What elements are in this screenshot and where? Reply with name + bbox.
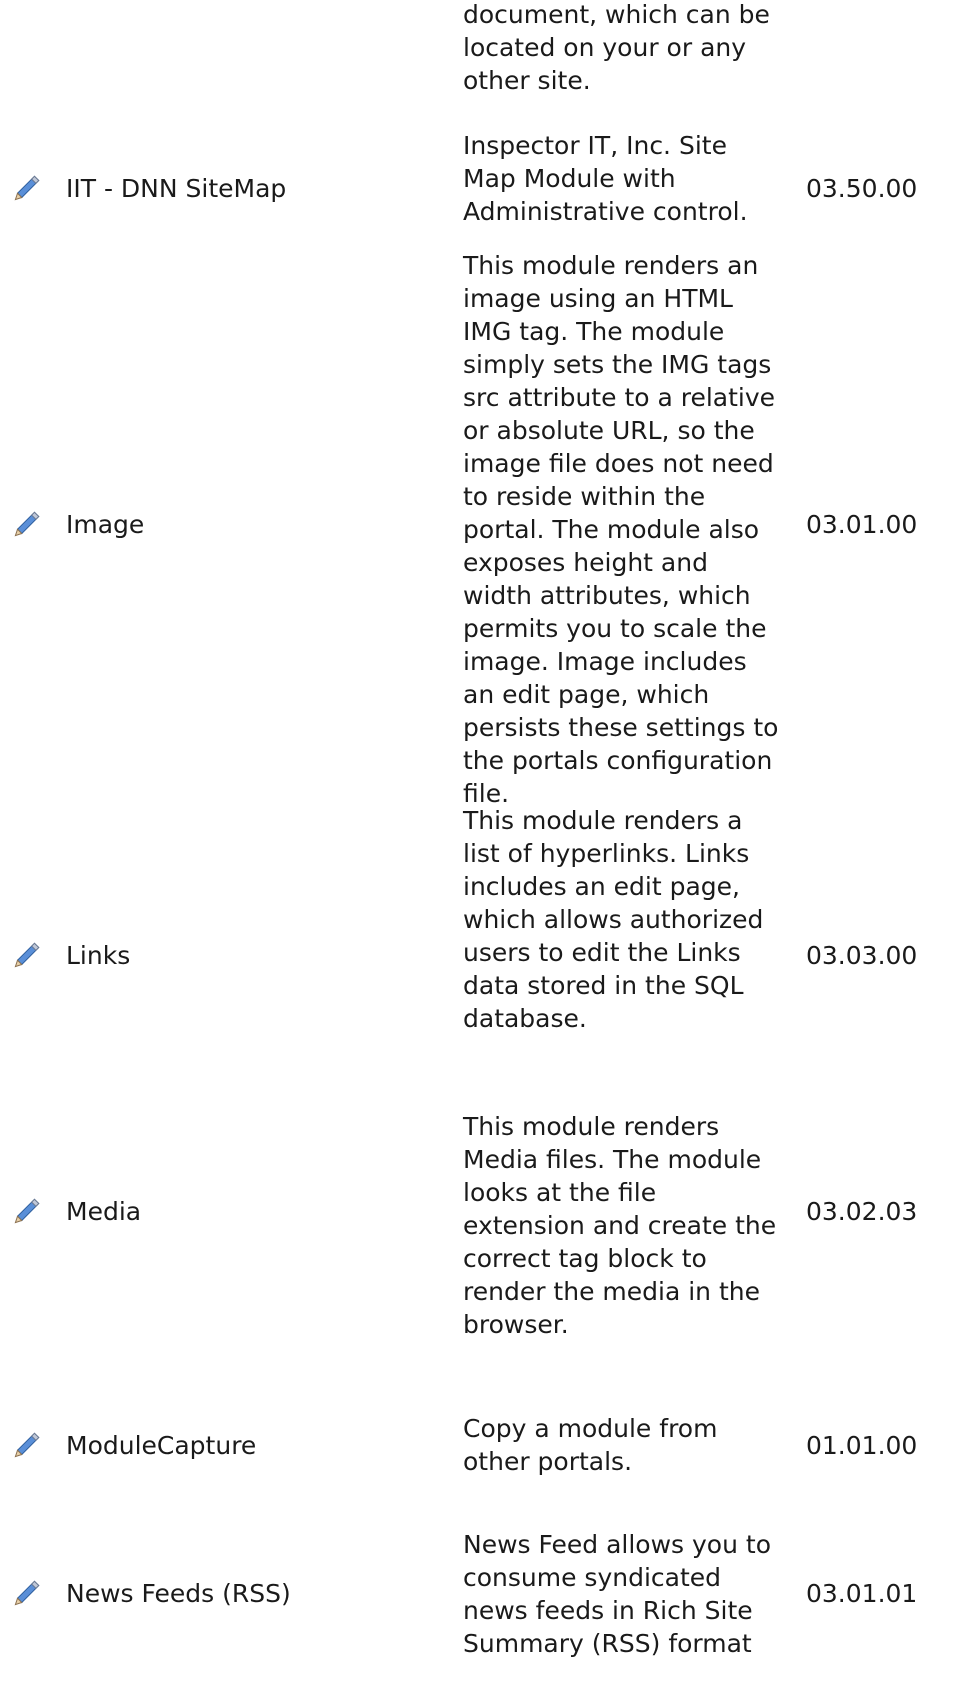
module-name[interactable]: News Feeds (RSS)	[66, 1576, 291, 1612]
module-name[interactable]: Media	[66, 1194, 141, 1230]
module-description: This module renders Media files. The mod…	[463, 1112, 777, 1339]
module-name[interactable]: Links	[66, 938, 130, 974]
module-name[interactable]: ModuleCapture	[66, 1428, 256, 1464]
module-version: 03.02.03	[806, 1197, 918, 1226]
module-description: News Feed allows you to consume syndicat…	[463, 1530, 771, 1658]
module-version: 03.50.00	[806, 174, 918, 203]
pencil-icon[interactable]	[8, 1194, 44, 1230]
module-version: 03.01.00	[806, 510, 918, 539]
module-description: document, which can be located on your o…	[463, 0, 770, 95]
module-description: This module renders an image using an HT…	[463, 251, 779, 808]
pencil-icon[interactable]	[8, 1428, 44, 1464]
pencil-icon[interactable]	[8, 507, 44, 543]
module-name[interactable]: IIT - DNN SiteMap	[66, 171, 286, 207]
pencil-icon[interactable]	[8, 1576, 44, 1612]
module-version: 03.03.00	[806, 941, 918, 970]
module-description: This module renders a list of hyperlinks…	[463, 806, 764, 1033]
module-version: 01.01.00	[806, 1431, 918, 1460]
pencil-icon[interactable]	[8, 171, 44, 207]
module-description: Inspector IT, Inc. Site Map Module with …	[463, 131, 748, 226]
module-description: Copy a module from other portals.	[463, 1414, 718, 1476]
pencil-icon[interactable]	[8, 938, 44, 974]
module-version: 03.01.01	[806, 1579, 918, 1608]
module-name[interactable]: Image	[66, 507, 144, 543]
